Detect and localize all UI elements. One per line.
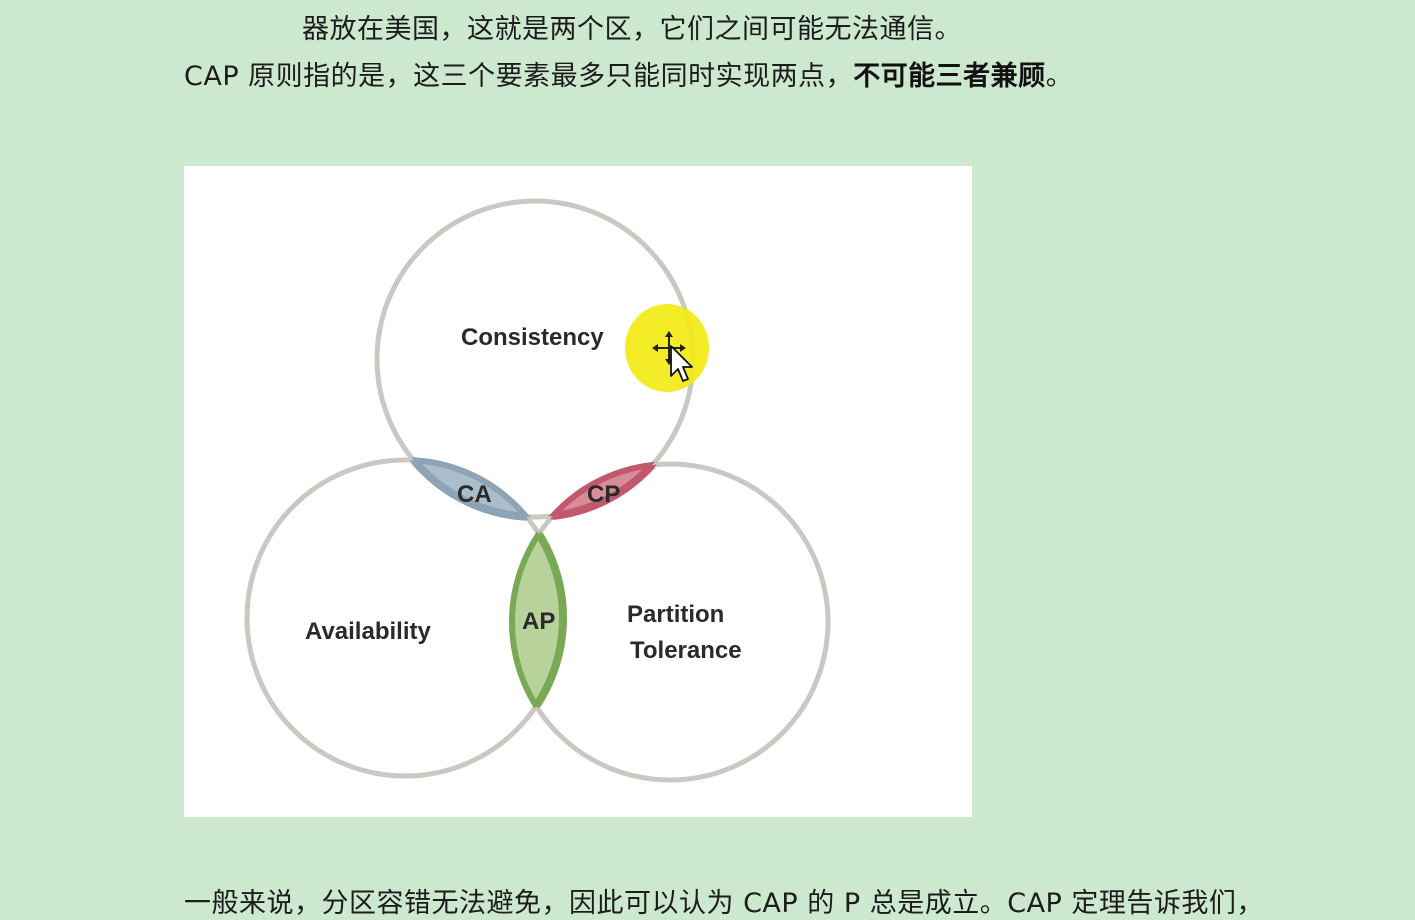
- cap-principle-text: CAP 原则指的是，这三个要素最多只能同时实现两点，: [184, 61, 854, 92]
- cp-label: CP: [587, 481, 620, 508]
- cap-principle-period: 。: [1045, 61, 1074, 92]
- ap-label: AP: [522, 608, 555, 635]
- consistency-label: Consistency: [461, 324, 604, 351]
- cap-principle-emphasis: 不可能三者兼顾: [853, 61, 1046, 92]
- partition-label-line2: Tolerance: [630, 637, 742, 664]
- ca-label: CA: [457, 481, 492, 508]
- paragraph-partition-tolerance: 一般来说，分区容错无法避免，因此可以认为 CAP 的 P 总是成立。CAP 定理…: [184, 888, 1264, 919]
- paragraph-cap-principle: CAP 原则指的是，这三个要素最多只能同时实现两点，不可能三者兼顾。: [184, 61, 1073, 93]
- availability-label: Availability: [305, 618, 431, 645]
- venn-svg: Consistency Availability Partition Toler…: [244, 198, 831, 783]
- paragraph-line-1: 器放在美国，这就是两个区，它们之间可能无法通信。: [302, 14, 962, 45]
- partition-label-line1: Partition: [627, 601, 724, 628]
- move-cursor-icon: [625, 302, 711, 393]
- cap-venn-diagram: Consistency Availability Partition Toler…: [184, 166, 972, 817]
